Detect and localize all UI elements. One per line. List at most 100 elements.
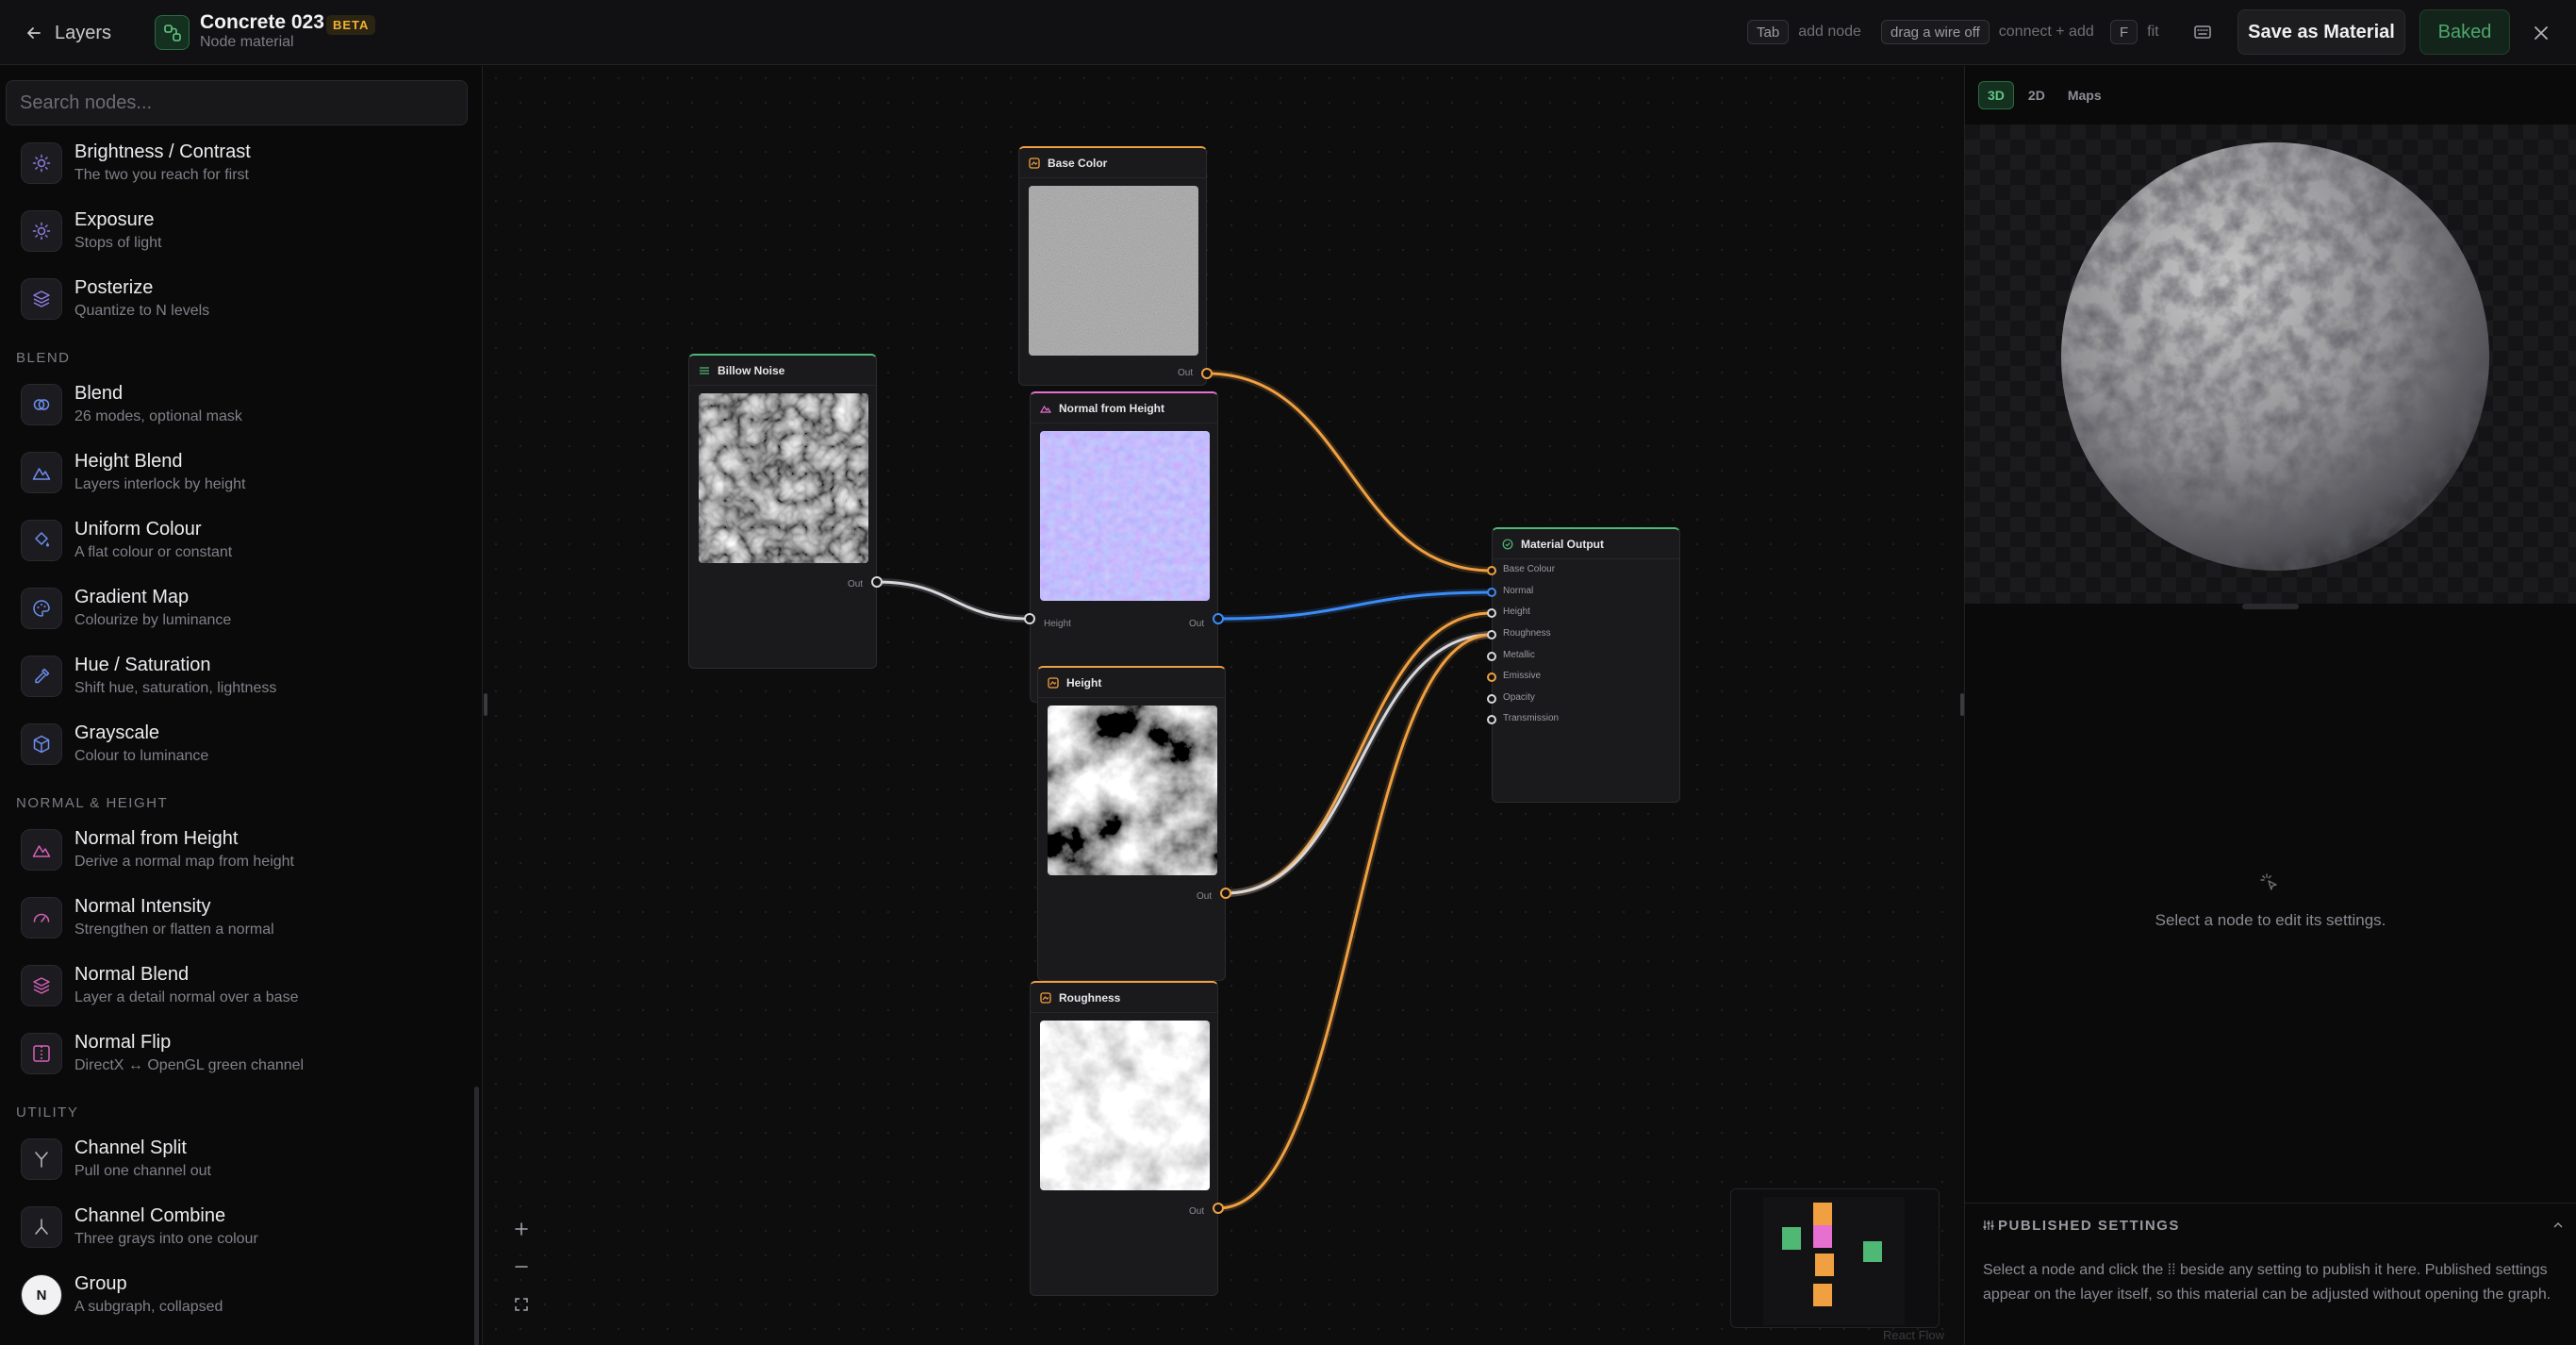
minimap-node-output xyxy=(1863,1241,1882,1262)
node-list-item[interactable]: Exposure Stops of light xyxy=(0,197,475,265)
node-material-output[interactable]: Material Output Base Colour Normal Heigh… xyxy=(1492,527,1680,803)
top-bar: Layers Concrete 023 BETA Node material T… xyxy=(0,0,2576,65)
node-list-item[interactable]: Hue / Saturation Shift hue, saturation, l… xyxy=(0,642,475,710)
out-label: Out xyxy=(848,579,864,589)
save-as-material-button[interactable]: Save as Material xyxy=(2237,9,2405,55)
plus-icon xyxy=(515,1222,528,1236)
baked-button[interactable]: Baked xyxy=(2419,9,2510,55)
node-billow-noise[interactable]: Billow Noise Out xyxy=(688,354,877,669)
minimap[interactable] xyxy=(1730,1188,1940,1328)
node-list-item[interactable]: N Group A subgraph, collapsed xyxy=(0,1261,475,1329)
in-port-base-colour[interactable] xyxy=(1487,566,1496,575)
node-list-item[interactable]: Normal Flip DirectX ↔ OpenGL green channe… xyxy=(0,1020,475,1088)
height-out-port[interactable] xyxy=(1220,888,1231,899)
node-header: Height xyxy=(1038,668,1225,698)
node-list-item[interactable]: Gradient Map Colourize by luminance xyxy=(0,574,475,642)
sun-icon xyxy=(21,142,62,184)
tab-maps[interactable]: Maps xyxy=(2059,81,2110,109)
wire-billow-to-normal[interactable] xyxy=(876,580,1031,621)
back-to-layers-button[interactable]: Layers xyxy=(25,17,111,49)
node-title: Billow Noise xyxy=(718,363,785,377)
node-list-item-description: Stops of light xyxy=(74,235,162,251)
keyboard-shortcuts-button[interactable] xyxy=(2188,19,2217,45)
height-preview xyxy=(1048,706,1217,875)
node-list-item[interactable]: Posterize Quantize to N levels xyxy=(0,265,475,333)
chevron-up-icon[interactable] xyxy=(2551,1219,2565,1232)
search-nodes-input[interactable] xyxy=(6,80,468,125)
tab-2d[interactable]: 2D xyxy=(2020,81,2054,109)
material-preview-3d[interactable] xyxy=(1965,125,2576,604)
sun-icon xyxy=(21,210,62,252)
node-list-item-description: Layer a detail normal over a base xyxy=(74,989,299,1005)
left-resize-handle[interactable] xyxy=(484,693,487,716)
normal-out-port[interactable] xyxy=(1213,613,1224,624)
kbd-drag-wire: drag a wire off xyxy=(1881,20,1990,44)
node-list-item[interactable]: Channel Split Pull one channel out xyxy=(0,1125,475,1193)
node-list-item-name: Grayscale xyxy=(74,722,160,743)
node-normal-from-height[interactable]: Normal from Height Height Out xyxy=(1030,391,1218,703)
node-list-item[interactable]: Normal from Height Derive a normal map fr… xyxy=(0,816,475,884)
preview-tabs: 3D 2D Maps xyxy=(1978,81,2110,109)
in-port-metallic[interactable] xyxy=(1487,652,1496,661)
zoom-out-button[interactable] xyxy=(503,1248,540,1286)
node-list-item-name: Posterize xyxy=(74,277,154,298)
node-list-item-name: Brightness / Contrast xyxy=(74,141,251,162)
zoom-in-button[interactable] xyxy=(503,1210,540,1248)
section-heading: BLEND xyxy=(16,350,71,366)
in-port-height[interactable] xyxy=(1487,608,1496,618)
in-port-transmission[interactable] xyxy=(1487,715,1496,724)
tab-3d[interactable]: 3D xyxy=(1978,81,2014,109)
cube-icon xyxy=(21,723,62,765)
fit-view-button[interactable] xyxy=(503,1286,540,1323)
node-list-item[interactable]: Blend 26 modes, optional mask xyxy=(0,371,475,439)
wire-base-color[interactable] xyxy=(1206,372,1493,573)
in-port-normal[interactable] xyxy=(1487,588,1496,597)
node-list-item[interactable]: Grayscale Colour to luminance xyxy=(0,710,475,778)
node-list-item-name: Exposure xyxy=(74,209,155,230)
react-flow-attribution[interactable]: React Flow xyxy=(1883,1328,1944,1342)
hint-fit: F fit xyxy=(2110,19,2159,45)
node-graph-canvas[interactable]: Base Color Out Billow Noise Out Normal f… xyxy=(484,66,1964,1345)
minimap-node-height xyxy=(1815,1254,1834,1276)
normal-height-in-port[interactable] xyxy=(1024,613,1035,624)
node-list-item-name: Normal Blend xyxy=(74,964,190,985)
wire-roughness[interactable] xyxy=(1217,633,1493,1210)
node-list-item-description: Layers interlock by height xyxy=(74,476,246,492)
node-list[interactable]: Brightness / Contrast The two you reach f… xyxy=(0,138,475,1345)
node-list-item-name: Channel Combine xyxy=(74,1205,226,1226)
node-list-item-name: Group xyxy=(74,1273,127,1294)
published-settings-header[interactable]: PUBLISHED SETTINGS xyxy=(1965,1203,2576,1246)
node-list-item[interactable]: Channel Combine Three grays into one colo… xyxy=(0,1193,475,1261)
billow-out-port[interactable] xyxy=(871,576,883,588)
node-list-item[interactable]: Brightness / Contrast The two you reach f… xyxy=(0,138,475,197)
node-list-item-name: Gradient Map xyxy=(74,587,190,607)
node-roughness[interactable]: Roughness Out xyxy=(1030,981,1218,1296)
node-list-item[interactable]: Height Blend Layers interlock by height xyxy=(0,439,475,506)
keyboard-icon xyxy=(2194,25,2211,39)
height-texture xyxy=(1048,706,1217,875)
in-port-opacity[interactable] xyxy=(1487,694,1496,704)
node-list-item[interactable]: Normal Blend Layer a detail normal over a… xyxy=(0,952,475,1020)
hint-connect: drag a wire off connect + add xyxy=(1881,19,2094,45)
mountain-icon xyxy=(21,452,62,493)
node-list-item[interactable]: Normal Intensity Strengthen or flatten a … xyxy=(0,884,475,952)
roughness-out-port[interactable] xyxy=(1213,1203,1224,1214)
sidebar-scrollbar[interactable] xyxy=(474,1087,479,1345)
node-list-item-name: Channel Split xyxy=(74,1137,187,1158)
out-label: Out xyxy=(1178,368,1194,378)
node-title: Roughness xyxy=(1059,990,1121,1005)
base-color-out-port[interactable] xyxy=(1201,368,1213,379)
node-base-color[interactable]: Base Color Out xyxy=(1018,146,1207,386)
merge-icon xyxy=(21,1206,62,1248)
node-list-item[interactable]: Uniform Colour A flat colour or constant xyxy=(0,506,475,574)
out-label: Out xyxy=(1197,891,1213,902)
node-list-item-name: Normal Intensity xyxy=(74,896,211,917)
node-list-item-name: Normal Flip xyxy=(74,1032,172,1053)
close-button[interactable] xyxy=(2527,19,2555,47)
node-height[interactable]: Height Out xyxy=(1037,666,1226,981)
in-port-roughness[interactable] xyxy=(1487,630,1496,639)
wire-height-white[interactable] xyxy=(1225,633,1493,895)
node-list-item-name: Blend xyxy=(74,383,124,404)
preview-resize-grip[interactable] xyxy=(2242,604,2299,609)
in-port-emissive[interactable] xyxy=(1487,672,1496,682)
